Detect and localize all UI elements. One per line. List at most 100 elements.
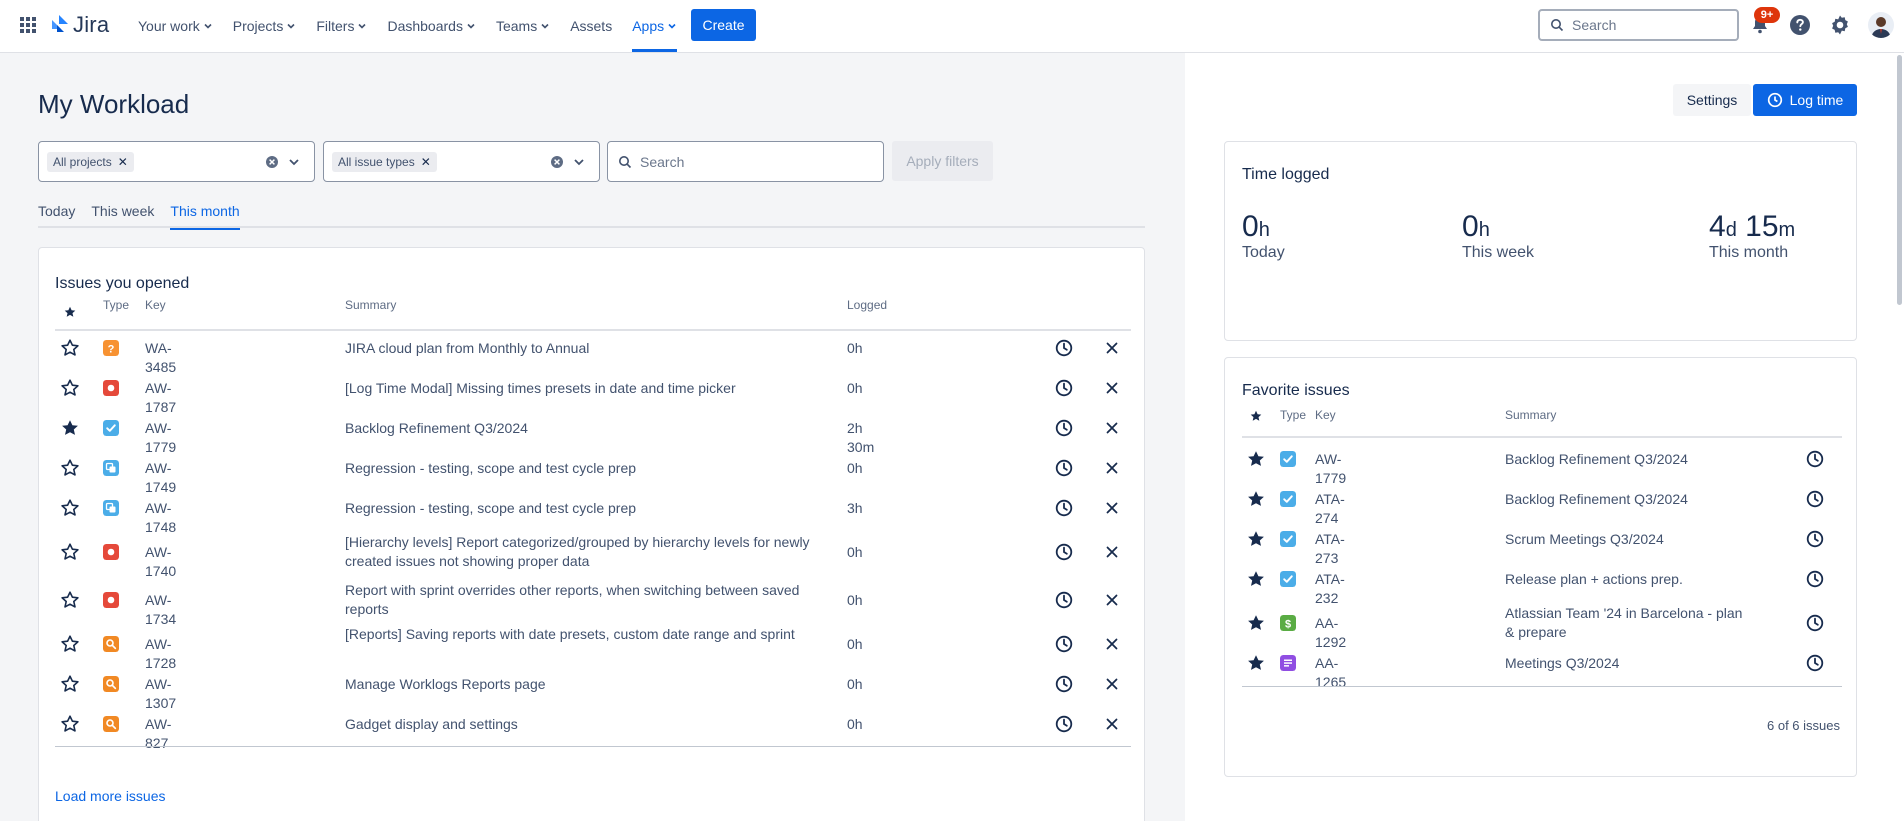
global-search-input[interactable]: Search: [1538, 9, 1739, 41]
log-time-clock-icon[interactable]: [1054, 378, 1074, 398]
issue-summary[interactable]: Gadget display and settings: [345, 715, 825, 734]
log-time-clock-icon[interactable]: [1054, 498, 1074, 518]
star-outline-icon[interactable]: [60, 542, 80, 562]
issue-summary[interactable]: Backlog Refinement Q3/2024: [1505, 490, 1745, 509]
issue-key[interactable]: AW-1734: [145, 591, 176, 629]
issue-key[interactable]: AW-1740: [145, 543, 176, 581]
log-time-clock-icon[interactable]: [1805, 449, 1825, 469]
clear-filter-icon[interactable]: [264, 154, 280, 170]
issue-summary[interactable]: Regression - testing, scope and test cyc…: [345, 459, 825, 478]
nav-your-work[interactable]: Your work: [138, 0, 213, 52]
settings-button[interactable]: Settings: [1673, 84, 1751, 116]
issue-summary[interactable]: Meetings Q3/2024: [1505, 654, 1745, 673]
star-filled-icon[interactable]: [60, 418, 80, 438]
tab-this-month[interactable]: This month: [170, 203, 240, 230]
remove-chip-icon[interactable]: ✕: [118, 155, 128, 169]
tab-today[interactable]: Today: [38, 203, 75, 228]
remove-issue-icon[interactable]: [1104, 460, 1120, 476]
issue-summary[interactable]: [Hierarchy levels] Report categorized/gr…: [345, 533, 825, 571]
issue-summary[interactable]: Atlassian Team '24 in Barcelona - plan &…: [1505, 604, 1745, 642]
issue-key[interactable]: WA-3485: [145, 339, 176, 377]
star-filled-icon[interactable]: [1246, 489, 1266, 509]
star-outline-icon[interactable]: [60, 714, 80, 734]
star-filled-icon[interactable]: [1246, 449, 1266, 469]
issue-key[interactable]: AW-1787: [145, 379, 176, 417]
remove-issue-icon[interactable]: [1104, 544, 1120, 560]
issue-search-input[interactable]: Search: [607, 141, 884, 182]
star-outline-icon[interactable]: [60, 498, 80, 518]
nav-dashboards[interactable]: Dashboards: [387, 0, 476, 52]
nav-filters[interactable]: Filters: [316, 0, 367, 52]
nav-assets[interactable]: Assets: [570, 0, 612, 52]
star-outline-icon[interactable]: [60, 338, 80, 358]
remove-issue-icon[interactable]: [1104, 636, 1120, 652]
issue-summary[interactable]: Manage Worklogs Reports page: [345, 675, 825, 694]
issue-summary[interactable]: Scrum Meetings Q3/2024: [1505, 530, 1745, 549]
remove-chip-icon[interactable]: ✕: [421, 155, 431, 169]
log-time-clock-icon[interactable]: [1805, 489, 1825, 509]
issue-summary[interactable]: Backlog Refinement Q3/2024: [345, 419, 825, 438]
remove-issue-icon[interactable]: [1104, 380, 1120, 396]
issue-key[interactable]: ATA-273: [1315, 530, 1345, 568]
load-more-issues-link[interactable]: Load more issues: [55, 788, 166, 804]
tab-this-week[interactable]: This week: [91, 203, 154, 228]
star-filled-icon[interactable]: [1246, 529, 1266, 549]
issue-key[interactable]: AW-827: [145, 715, 171, 753]
app-switcher-icon[interactable]: [19, 16, 37, 34]
settings-gear-icon[interactable]: [1828, 13, 1852, 37]
log-time-clock-icon[interactable]: [1054, 634, 1074, 654]
chevron-down-icon[interactable]: [572, 155, 586, 169]
remove-issue-icon[interactable]: [1104, 500, 1120, 516]
star-outline-icon[interactable]: [60, 458, 80, 478]
remove-issue-icon[interactable]: [1104, 420, 1120, 436]
issue-summary[interactable]: Backlog Refinement Q3/2024: [1505, 450, 1745, 469]
chevron-down-icon[interactable]: [287, 155, 301, 169]
remove-issue-icon[interactable]: [1104, 716, 1120, 732]
create-button[interactable]: Create: [691, 9, 756, 41]
log-time-clock-icon[interactable]: [1805, 569, 1825, 589]
help-icon[interactable]: [1788, 13, 1812, 37]
issue-summary[interactable]: [Log Time Modal] Missing times presets i…: [345, 379, 825, 398]
log-time-clock-icon[interactable]: [1054, 418, 1074, 438]
page-scrollbar[interactable]: [1897, 55, 1902, 305]
apply-filters-button[interactable]: Apply filters: [892, 141, 993, 181]
issue-key[interactable]: AW-1307: [145, 675, 176, 713]
issue-summary[interactable]: JIRA cloud plan from Monthly to Annual: [345, 339, 825, 358]
projects-filter[interactable]: All projects ✕: [38, 141, 315, 182]
log-time-clock-icon[interactable]: [1054, 674, 1074, 694]
remove-issue-icon[interactable]: [1104, 592, 1120, 608]
star-filled-icon[interactable]: [1246, 653, 1266, 673]
log-time-clock-icon[interactable]: [1054, 458, 1074, 478]
nav-projects[interactable]: Projects: [233, 0, 297, 52]
star-outline-icon[interactable]: [60, 634, 80, 654]
star-outline-icon[interactable]: [60, 674, 80, 694]
issue-key[interactable]: AA-1292: [1315, 614, 1346, 652]
clear-filter-icon[interactable]: [549, 154, 565, 170]
remove-issue-icon[interactable]: [1104, 340, 1120, 356]
nav-teams[interactable]: Teams: [496, 0, 550, 52]
star-filled-icon[interactable]: [1246, 613, 1266, 633]
log-time-clock-icon[interactable]: [1054, 338, 1074, 358]
log-time-clock-icon[interactable]: [1805, 613, 1825, 633]
issue-summary[interactable]: [Reports] Saving reports with date prese…: [345, 625, 825, 644]
star-outline-icon[interactable]: [60, 378, 80, 398]
log-time-clock-icon[interactable]: [1054, 590, 1074, 610]
issue-key[interactable]: AW-1728: [145, 635, 176, 673]
issue-summary[interactable]: Report with sprint overrides other repor…: [345, 581, 825, 619]
user-avatar[interactable]: [1868, 12, 1894, 38]
issue-key[interactable]: AW-1779: [145, 419, 176, 457]
issue-summary[interactable]: Release plan + actions prep.: [1505, 570, 1745, 589]
log-time-clock-icon[interactable]: [1054, 542, 1074, 562]
remove-issue-icon[interactable]: [1104, 676, 1120, 692]
nav-apps[interactable]: Apps: [632, 0, 678, 52]
issue-key[interactable]: AW-1779: [1315, 450, 1346, 488]
log-time-clock-icon[interactable]: [1805, 653, 1825, 673]
jira-logo[interactable]: Jira: [49, 12, 109, 38]
log-time-button[interactable]: Log time: [1753, 84, 1857, 116]
issue-summary[interactable]: Regression - testing, scope and test cyc…: [345, 499, 825, 518]
log-time-clock-icon[interactable]: [1054, 714, 1074, 734]
issue-key[interactable]: AW-1749: [145, 459, 176, 497]
issue-types-filter[interactable]: All issue types ✕: [323, 141, 600, 182]
issue-key[interactable]: ATA-274: [1315, 490, 1345, 528]
issue-key[interactable]: AW-1748: [145, 499, 176, 537]
